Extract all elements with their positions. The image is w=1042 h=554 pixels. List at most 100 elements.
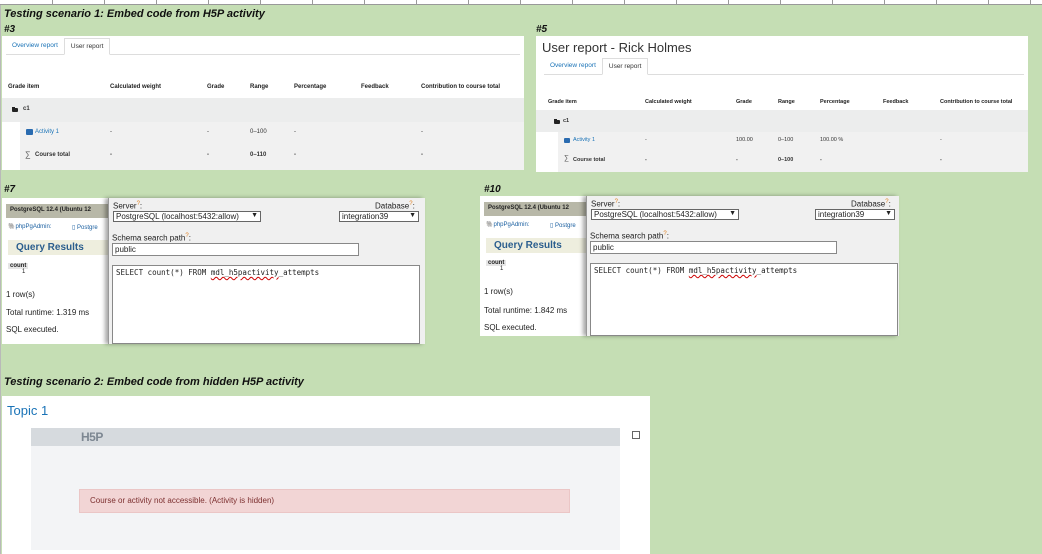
col-contribution: Contribution to course total	[940, 99, 1013, 105]
sql-dialog-10: Server?: PostgreSQL (localhost:5432:allo…	[586, 196, 899, 336]
activity-link[interactable]: Activity 1	[35, 129, 59, 135]
col-calculated-weight: Calculated weight	[110, 84, 162, 90]
schema-label: Schema search path?:	[590, 231, 669, 241]
tab-user-report[interactable]: User report	[63, 38, 111, 55]
category-name: c1	[563, 118, 570, 124]
total-range: 0–100	[778, 157, 794, 163]
schema-input[interactable]: public	[590, 241, 837, 254]
schema-label: Schema search path?:	[112, 233, 191, 243]
sql-textarea[interactable]: SELECT count(*) FROM mdl_h5pactivity_att…	[590, 263, 898, 336]
course-total-label: Course total	[35, 152, 71, 158]
total-percentage: -	[820, 157, 822, 163]
col-range: Range	[778, 99, 795, 105]
dropdown-arrow-icon: ▼	[409, 212, 416, 219]
col-grade: Grade	[207, 84, 225, 90]
database-icon: ▯	[550, 223, 554, 229]
total-weight: -	[110, 152, 112, 158]
activity-percentage: -	[294, 129, 296, 135]
database-label: Database?:	[375, 201, 415, 211]
total-grade: -	[736, 157, 738, 163]
category-name: c1	[23, 106, 30, 112]
phppgadmin-link[interactable]: 🐘phpPgAdmin:	[486, 221, 530, 228]
dropdown-arrow-icon: ▼	[251, 212, 258, 219]
activity-range: 0–100	[250, 129, 267, 135]
sql-dialog-7: Server?: PostgreSQL (localhost:5432:allo…	[108, 198, 425, 344]
server-select[interactable]: PostgreSQL (localhost:5432:allow) ▼	[591, 209, 739, 220]
sigma-icon: ∑	[564, 155, 569, 162]
sql-executed-text: SQL executed.	[484, 323, 537, 332]
count-value: 1	[22, 269, 26, 275]
items-band	[20, 122, 524, 170]
database-icon: ▯	[72, 225, 76, 231]
caption-10: #10	[484, 184, 501, 195]
rows-count: 1 row(s)	[484, 287, 513, 296]
col-percentage: Percentage	[820, 99, 850, 105]
server-header: PostgreSQL 12.4 (Ubuntu 12	[484, 202, 588, 216]
activity-weight: -	[645, 137, 647, 143]
page-title: User report - Rick Holmes	[542, 40, 692, 55]
col-calculated-weight: Calculated weight	[645, 99, 692, 105]
course-total-label: Course total	[573, 157, 606, 163]
postgres-link[interactable]: ▯ Postgre	[550, 222, 576, 229]
col-feedback: Feedback	[361, 84, 389, 90]
total-range: 0–110	[250, 152, 267, 158]
h5p-activity-icon	[564, 138, 570, 143]
activity-grade: -	[207, 129, 209, 135]
col-grade-item: Grade item	[8, 84, 40, 90]
server-label: Server?:	[113, 201, 143, 211]
runtime-text: Total runtime: 1.319 ms	[6, 308, 90, 317]
runtime-text: Total runtime: 1.842 ms	[484, 306, 568, 315]
completion-checkbox[interactable]	[632, 431, 640, 439]
caption-3: #3	[4, 24, 16, 35]
scenario1-title: Testing scenario 1: Embed code from H5P …	[4, 8, 265, 20]
activity-contribution: -	[421, 129, 423, 135]
phppgadmin-link[interactable]: 🐘phpPgAdmin:	[8, 223, 52, 230]
col-range: Range	[250, 84, 269, 90]
total-percentage: -	[294, 152, 296, 158]
total-weight: -	[645, 157, 647, 163]
rows-count: 1 row(s)	[6, 290, 35, 299]
category-row	[536, 110, 1028, 132]
tab-user-report[interactable]: User report	[601, 58, 649, 75]
col-grade-item: Grade item	[548, 99, 577, 105]
caption-5: #5	[536, 24, 548, 35]
h5p-header-bar	[31, 428, 620, 446]
count-column: count 1	[486, 260, 507, 272]
grade-report-panel-3: Overview report User report Grade item C…	[2, 36, 524, 170]
sql-executed-text: SQL executed.	[6, 325, 59, 334]
query-results-heading: Query Results	[8, 240, 108, 255]
database-select[interactable]: integration39 ▼	[815, 209, 895, 220]
category-row	[2, 98, 524, 122]
count-value: 1	[500, 266, 504, 272]
col-grade: Grade	[736, 99, 752, 105]
dropdown-arrow-icon: ▼	[885, 210, 892, 217]
server-label: Server?:	[591, 199, 621, 209]
dropdown-arrow-icon: ▼	[729, 210, 736, 217]
activity-grade: 100.00	[736, 137, 753, 143]
activity-weight: -	[110, 129, 112, 135]
server-select[interactable]: PostgreSQL (localhost:5432:allow) ▼	[113, 211, 261, 222]
tab-overview-report[interactable]: Overview report	[6, 38, 64, 54]
postgres-link[interactable]: ▯ Postgre	[72, 224, 98, 231]
activity-range: 0–100	[778, 137, 794, 143]
total-contribution: -	[940, 157, 942, 163]
col-feedback: Feedback	[883, 99, 909, 105]
schema-input[interactable]: public	[112, 243, 359, 256]
activity-contribution: -	[940, 137, 942, 143]
col-percentage: Percentage	[294, 84, 327, 90]
query-results-heading: Query Results	[486, 238, 586, 253]
database-label: Database?:	[851, 199, 891, 209]
sql-textarea[interactable]: SELECT count(*) FROM mdl_h5pactivity_att…	[112, 265, 420, 344]
topic-title[interactable]: Topic 1	[7, 403, 48, 418]
h5p-logo: H5P	[81, 430, 103, 444]
activity-percentage: 100.00 %	[820, 137, 844, 143]
database-select[interactable]: integration39 ▼	[339, 211, 419, 222]
caption-7: #7	[4, 184, 16, 195]
folder-icon	[554, 119, 560, 124]
folder-icon	[12, 107, 18, 112]
count-column: count 1	[8, 263, 29, 275]
server-header: PostgreSQL 12.4 (Ubuntu 12	[6, 204, 110, 218]
hidden-activity-alert: Course or activity not accessible. (Acti…	[79, 489, 570, 513]
tab-overview-report[interactable]: Overview report	[544, 58, 602, 74]
activity-link[interactable]: Activity 1	[573, 137, 595, 143]
